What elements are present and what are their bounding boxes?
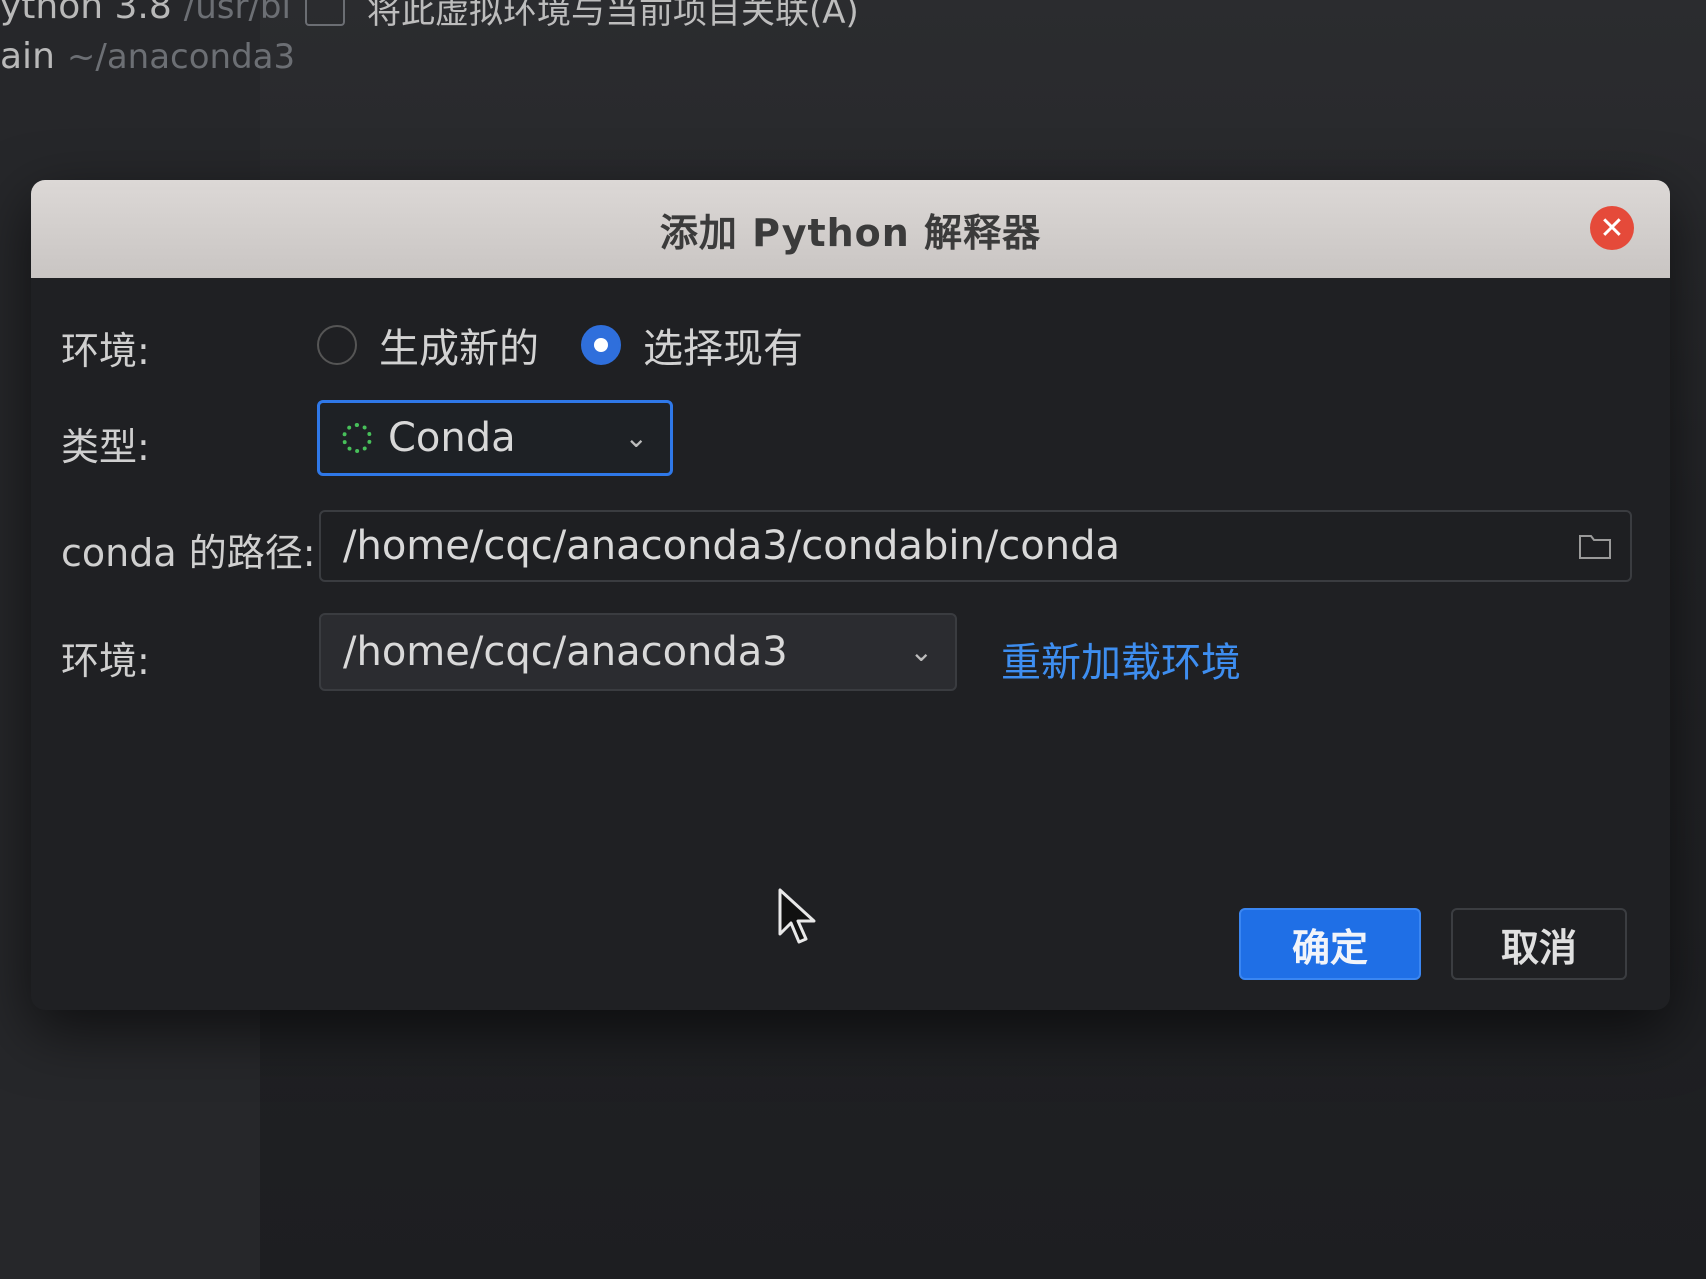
radio-option-existing[interactable]: 选择现有 bbox=[581, 316, 803, 374]
type-select[interactable]: Conda ⌄ bbox=[317, 400, 673, 476]
dialog-titlebar[interactable]: 添加 Python 解释器 ✕ bbox=[31, 180, 1670, 278]
interpreter-path: /usr/bi bbox=[183, 0, 291, 27]
interpreter-path: ~/anaconda3 bbox=[66, 37, 296, 77]
type-select-value: Conda bbox=[388, 415, 516, 461]
radio-existing-label: 选择现有 bbox=[643, 326, 803, 372]
background-interpreter-item[interactable]: ain ~/anaconda3 bbox=[0, 36, 295, 77]
radio-new-label: 生成新的 bbox=[379, 326, 539, 372]
radio-option-new[interactable]: 生成新的 bbox=[317, 316, 539, 374]
folder-icon[interactable] bbox=[1578, 532, 1612, 560]
reload-environments-link[interactable]: 重新加载环境 bbox=[1001, 630, 1241, 688]
associate-checkbox-label: 将此虚拟环境与当前项目关联(A) bbox=[367, 0, 859, 32]
cancel-button[interactable]: 取消 bbox=[1451, 908, 1627, 980]
radio-new-button[interactable] bbox=[317, 325, 357, 365]
associate-checkbox[interactable] bbox=[305, 0, 345, 26]
type-label: 类型: bbox=[61, 425, 150, 469]
conda-path-value: /home/cqc/anaconda3/condabin/conda bbox=[343, 523, 1120, 569]
conda-icon bbox=[342, 423, 372, 453]
add-python-interpreter-dialog: 添加 Python 解释器 ✕ 环境: 生成新的 选择现有 类型: Conda … bbox=[31, 180, 1670, 1010]
mouse-cursor-icon bbox=[778, 888, 816, 944]
background-interpreter-item[interactable]: ython 3.8/usr/bi bbox=[0, 0, 291, 27]
environment-select[interactable]: /home/cqc/anaconda3 ⌄ bbox=[319, 613, 957, 691]
environment-mode-label: 环境: bbox=[61, 329, 150, 373]
interpreter-name: ython 3.8 bbox=[0, 0, 172, 27]
chevron-down-icon: ⌄ bbox=[624, 421, 648, 454]
radio-existing-button[interactable] bbox=[581, 325, 621, 365]
close-icon[interactable]: ✕ bbox=[1590, 206, 1634, 250]
environment-mode-radio-group: 生成新的 选择现有 bbox=[317, 316, 845, 374]
conda-path-input[interactable]: /home/cqc/anaconda3/condabin/conda bbox=[319, 510, 1632, 582]
interpreter-name: ain bbox=[0, 36, 55, 77]
dialog-title: 添加 Python 解释器 bbox=[659, 210, 1042, 255]
conda-path-label: conda 的路径: bbox=[61, 531, 316, 575]
chevron-down-icon: ⌄ bbox=[909, 635, 933, 668]
environment-select-value: /home/cqc/anaconda3 bbox=[343, 629, 788, 675]
environment-label: 环境: bbox=[61, 639, 150, 683]
ok-button[interactable]: 确定 bbox=[1239, 908, 1421, 980]
background-associate-checkbox-row[interactable]: 将此虚拟环境与当前项目关联(A) bbox=[305, 0, 859, 33]
